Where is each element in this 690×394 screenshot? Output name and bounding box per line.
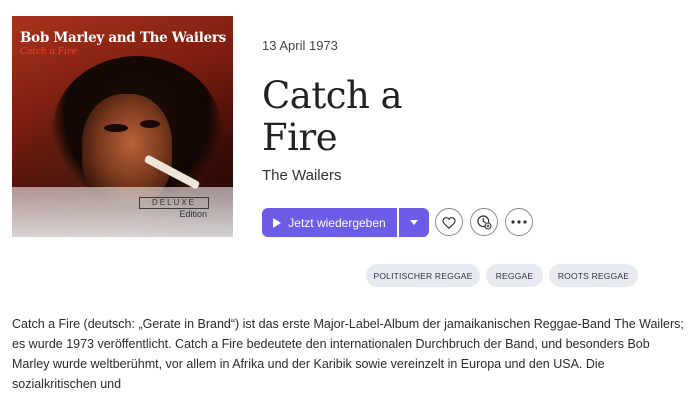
cover-title-text: Catch a Fire xyxy=(20,47,77,57)
chevron-down-icon xyxy=(410,220,418,225)
play-icon xyxy=(273,217,282,228)
genre-tag[interactable]: REGGAE xyxy=(486,264,543,287)
cover-deluxe-badge: DELUXE xyxy=(139,197,209,209)
clock-plus-icon xyxy=(477,215,492,230)
album-description: Catch a Fire (deutsch: „Gerate in Brand“… xyxy=(12,317,684,391)
more-options-button[interactable] xyxy=(505,208,533,236)
play-options-button[interactable] xyxy=(399,208,429,237)
genre-tag[interactable]: ROOTS REGGAE xyxy=(549,264,638,287)
more-icon xyxy=(511,220,527,224)
favorite-button[interactable] xyxy=(435,208,463,236)
play-button-group: Jetzt wiedergeben xyxy=(262,208,429,237)
release-date: 13 April 1973 xyxy=(262,38,338,53)
album-cover[interactable]: Bob Marley and The Wailers Catch a Fire … xyxy=(12,16,233,237)
add-to-history-button[interactable] xyxy=(470,208,498,236)
artist-link[interactable]: The Wailers xyxy=(262,167,341,184)
play-button-label: Jetzt wiedergeben xyxy=(288,215,386,230)
album-title: Catch a Fire xyxy=(262,74,403,159)
genre-tag[interactable]: POLITISCHER REGGAE xyxy=(366,264,480,287)
cover-artist-text: Bob Marley and The Wailers xyxy=(20,30,226,46)
heart-icon xyxy=(442,216,456,229)
cover-edition-text: Edition xyxy=(179,209,207,219)
play-button[interactable]: Jetzt wiedergeben xyxy=(262,208,397,237)
